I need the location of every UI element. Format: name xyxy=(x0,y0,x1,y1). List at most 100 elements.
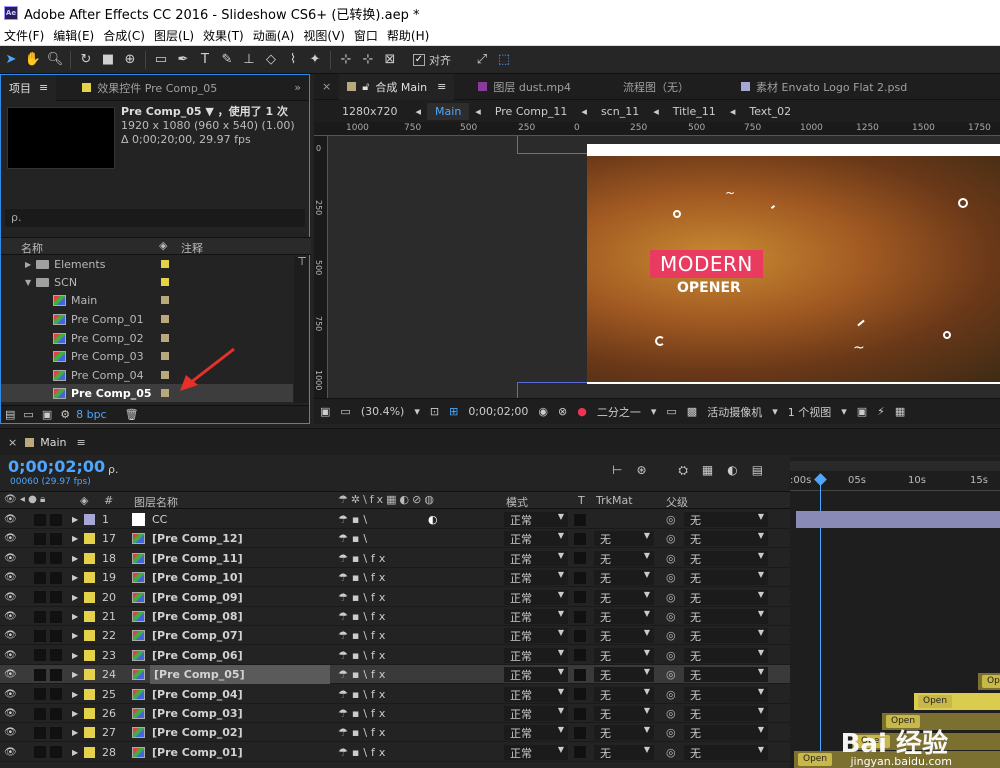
parent-pickwhip-icon[interactable]: ◎ xyxy=(666,743,676,762)
preserve-transparency-toggle[interactable] xyxy=(574,552,586,565)
preserve-transparency-toggle[interactable] xyxy=(574,668,586,681)
layer-switches[interactable]: ☂▪\fx xyxy=(338,646,389,665)
parent-pickwhip-icon[interactable]: ◎ xyxy=(666,568,676,587)
parent-dropdown[interactable]: 无 xyxy=(684,628,768,644)
snapshot-icon[interactable]: ◉ xyxy=(538,405,548,418)
layer-switches[interactable]: ☂▪\fx xyxy=(338,607,389,626)
label-color-swatch[interactable] xyxy=(84,611,95,622)
panel-menu-icon[interactable]: ≡ xyxy=(39,81,48,94)
parent-dropdown[interactable]: 无 xyxy=(684,512,768,527)
layer-name[interactable]: CC xyxy=(152,510,167,529)
parent-pickwhip-icon[interactable]: ◎ xyxy=(666,685,676,704)
label-color-swatch[interactable] xyxy=(84,649,95,661)
local-axis-icon[interactable]: ⊹ xyxy=(335,49,357,71)
visibility-eye-icon[interactable]: 👁︎ xyxy=(4,549,17,568)
visibility-eye-icon[interactable]: 👁︎ xyxy=(4,665,17,684)
tab-flowchart[interactable]: 流程图（无） xyxy=(615,74,697,100)
breadcrumb-item[interactable]: Pre Comp_11 xyxy=(487,103,576,120)
lock-icon[interactable]: 🔓︎ xyxy=(362,80,369,94)
audio-toggle[interactable] xyxy=(34,610,46,623)
layer-switches[interactable]: ☂▪\fx xyxy=(338,568,389,587)
tab-layer-dust[interactable]: 图层 dust.mp4 xyxy=(470,74,579,100)
parent-pickwhip-icon[interactable]: ◎ xyxy=(666,588,676,607)
label-color-swatch[interactable] xyxy=(84,572,95,584)
grid-icon[interactable]: ⊞ xyxy=(449,405,458,418)
chevron-down-icon[interactable]: ▾ xyxy=(772,405,778,418)
project-item[interactable]: Pre Comp_03 xyxy=(1,347,293,365)
solo-toggle[interactable] xyxy=(50,629,62,642)
clone-stamp-tool-icon[interactable]: ⊥ xyxy=(238,49,260,71)
label-color-swatch[interactable] xyxy=(161,334,169,342)
audio-toggle[interactable] xyxy=(34,513,46,526)
blend-mode-dropdown[interactable]: 正常 xyxy=(504,667,568,683)
parent-pickwhip-icon[interactable]: ◎ xyxy=(666,665,676,684)
layer-switches[interactable]: ☂▪\fx xyxy=(338,549,389,568)
parent-dropdown[interactable]: 无 xyxy=(684,725,768,741)
blend-mode-dropdown[interactable]: 正常 xyxy=(504,609,568,624)
label-color-swatch[interactable] xyxy=(84,688,95,700)
trkmat-dropdown[interactable]: 无 xyxy=(594,550,654,566)
solo-toggle[interactable] xyxy=(50,668,62,681)
audio-toggle[interactable] xyxy=(34,591,46,604)
trkmat-dropdown[interactable]: 无 xyxy=(594,647,654,663)
layer-row[interactable]: 👁︎ ▶ 20 [Pre Comp_09] ☂▪\fx 正常 无 ◎ 无 xyxy=(0,588,790,607)
snap-options-icon[interactable]: ⤢ xyxy=(471,49,493,71)
parent-dropdown[interactable]: 无 xyxy=(684,667,768,683)
panel-menu-icon[interactable]: ≡ xyxy=(76,436,85,449)
layer-name[interactable]: [Pre Comp_03] xyxy=(152,704,243,723)
project-item[interactable]: Main xyxy=(1,291,293,309)
layer-name[interactable]: [Pre Comp_06] xyxy=(152,646,243,665)
project-search-input[interactable]: ρ. xyxy=(5,209,305,227)
menu-edit[interactable]: 编辑(E) xyxy=(49,27,99,44)
layer-switches[interactable]: ☂▪\fx xyxy=(338,588,389,607)
layer-name[interactable]: [Pre Comp_10] xyxy=(152,568,243,587)
label-tag-icon[interactable]: ◈ xyxy=(159,239,167,252)
camera-tool-icon[interactable]: ■ xyxy=(97,49,119,71)
visibility-eye-icon[interactable]: 👁︎ xyxy=(4,626,17,645)
preserve-transparency-toggle[interactable] xyxy=(574,726,586,739)
layer-switches[interactable]: ☂▪\fx xyxy=(338,723,389,742)
expand-arrow-icon[interactable]: ▶ xyxy=(25,260,31,269)
visibility-eye-icon[interactable]: 👁︎ xyxy=(4,685,17,704)
parent-dropdown[interactable]: 无 xyxy=(684,686,768,702)
layer-row[interactable]: 👁︎ ▶ 24 [Pre Comp_05] ☂▪\fx 正常 无 ◎ 无 xyxy=(0,665,790,685)
nav-left-icon[interactable]: ◂ xyxy=(416,105,422,118)
rotate-tool-icon[interactable]: ↻ xyxy=(75,49,97,71)
label-color-swatch[interactable] xyxy=(84,514,95,525)
eraser-tool-icon[interactable]: ◇ xyxy=(260,49,282,71)
layer-switches[interactable]: ☂▪\ xyxy=(338,529,371,548)
layer-name[interactable]: [Pre Comp_02] xyxy=(152,723,243,742)
expand-arrow-icon[interactable]: ▶ xyxy=(72,510,78,529)
trkmat-dropdown[interactable]: 无 xyxy=(594,570,654,586)
visibility-eye-icon[interactable]: 👁︎ xyxy=(4,529,17,548)
marker-label[interactable]: Open xyxy=(798,753,833,766)
project-item[interactable]: Pre Comp_04 xyxy=(1,366,293,384)
col-comment[interactable]: 注释 xyxy=(181,240,203,256)
expand-arrow-icon[interactable]: ▶ xyxy=(72,646,78,665)
layer-row[interactable]: 👁︎ ▶ 21 [Pre Comp_08] ☂▪\fx 正常 无 ◎ 无 xyxy=(0,607,790,626)
view-axis-icon[interactable]: ⊠ xyxy=(379,49,401,71)
chevron-down-icon[interactable]: ▾ xyxy=(651,405,657,418)
timeline-tab-main[interactable]: Main xyxy=(40,436,66,449)
layer-switches[interactable]: ☂▪\fx xyxy=(338,665,389,684)
trkmat-dropdown[interactable]: 无 xyxy=(594,589,654,605)
menu-help[interactable]: 帮助(H) xyxy=(383,27,434,44)
audio-toggle[interactable] xyxy=(34,726,46,739)
preserve-transparency-toggle[interactable] xyxy=(574,571,586,584)
parent-pickwhip-icon[interactable]: ◎ xyxy=(666,607,676,626)
menu-composition[interactable]: 合成(C) xyxy=(99,27,150,44)
trkmat-dropdown[interactable]: 无 xyxy=(594,609,654,624)
preserve-transparency-toggle[interactable] xyxy=(574,688,586,701)
transparency-grid-icon[interactable]: ▩ xyxy=(687,405,697,418)
col-parent[interactable]: 父级 xyxy=(666,494,688,510)
parent-dropdown[interactable]: 无 xyxy=(684,550,768,566)
label-tag-icon[interactable]: ◈ xyxy=(80,494,88,507)
layer-switches[interactable]: ☂▪\fx xyxy=(338,704,389,723)
expand-arrow-icon[interactable]: ▶ xyxy=(72,549,78,568)
pan-behind-tool-icon[interactable]: ⊕ xyxy=(119,49,141,71)
layer-switches[interactable]: ☂▪\fx xyxy=(338,626,389,645)
audio-toggle[interactable] xyxy=(34,707,46,720)
fit-icon[interactable]: ⊡ xyxy=(430,405,439,418)
parent-pickwhip-icon[interactable]: ◎ xyxy=(666,529,676,548)
parent-pickwhip-icon[interactable]: ◎ xyxy=(666,510,676,529)
